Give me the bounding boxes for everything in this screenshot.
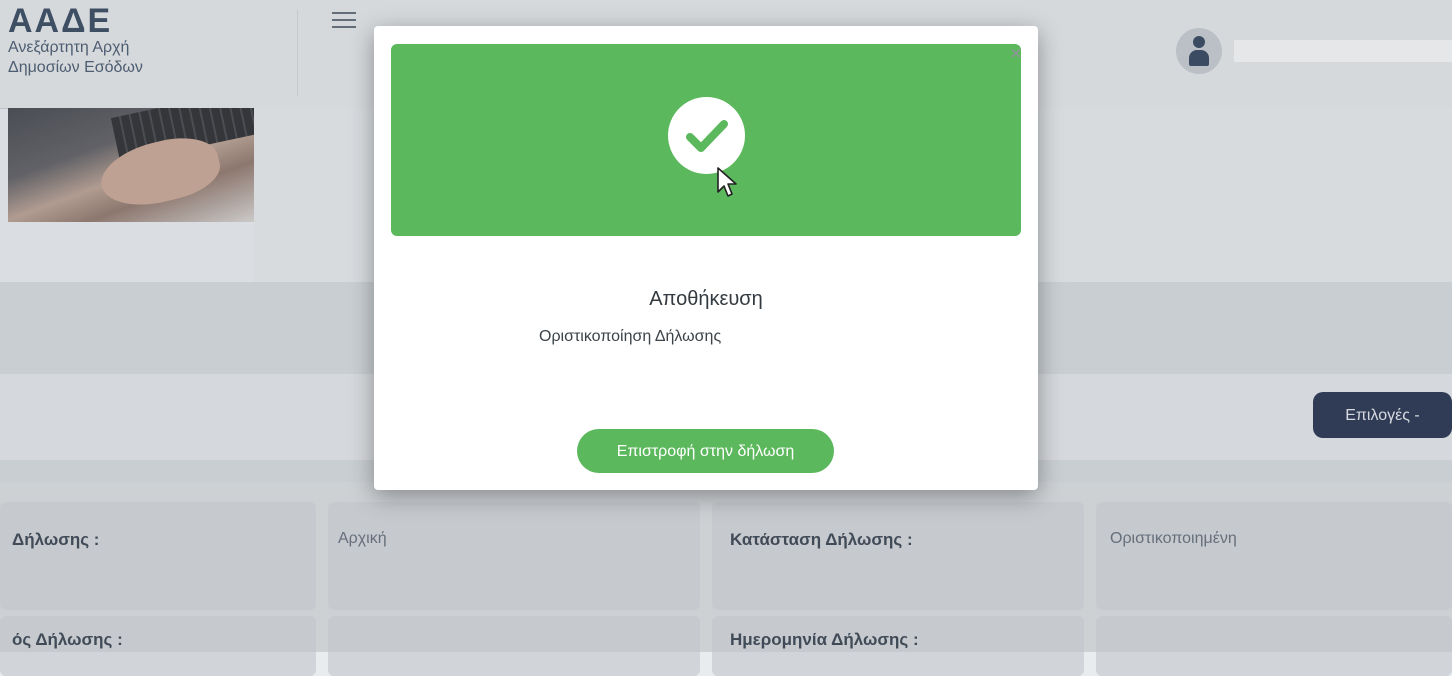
close-icon[interactable]: × [1006, 44, 1026, 64]
modal-title: Αποθήκευση [649, 288, 763, 310]
success-modal: × Αποθήκευση Οριστικοποίηση Δήλωσης Επισ… [374, 26, 1038, 490]
check-circle-icon [668, 97, 745, 174]
success-banner [391, 44, 1021, 236]
cursor-icon [717, 167, 737, 197]
modal-message: Οριστικοποίηση Δήλωσης [539, 328, 722, 345]
return-to-declaration-button[interactable]: Επιστροφή στην δήλωση [577, 429, 834, 473]
